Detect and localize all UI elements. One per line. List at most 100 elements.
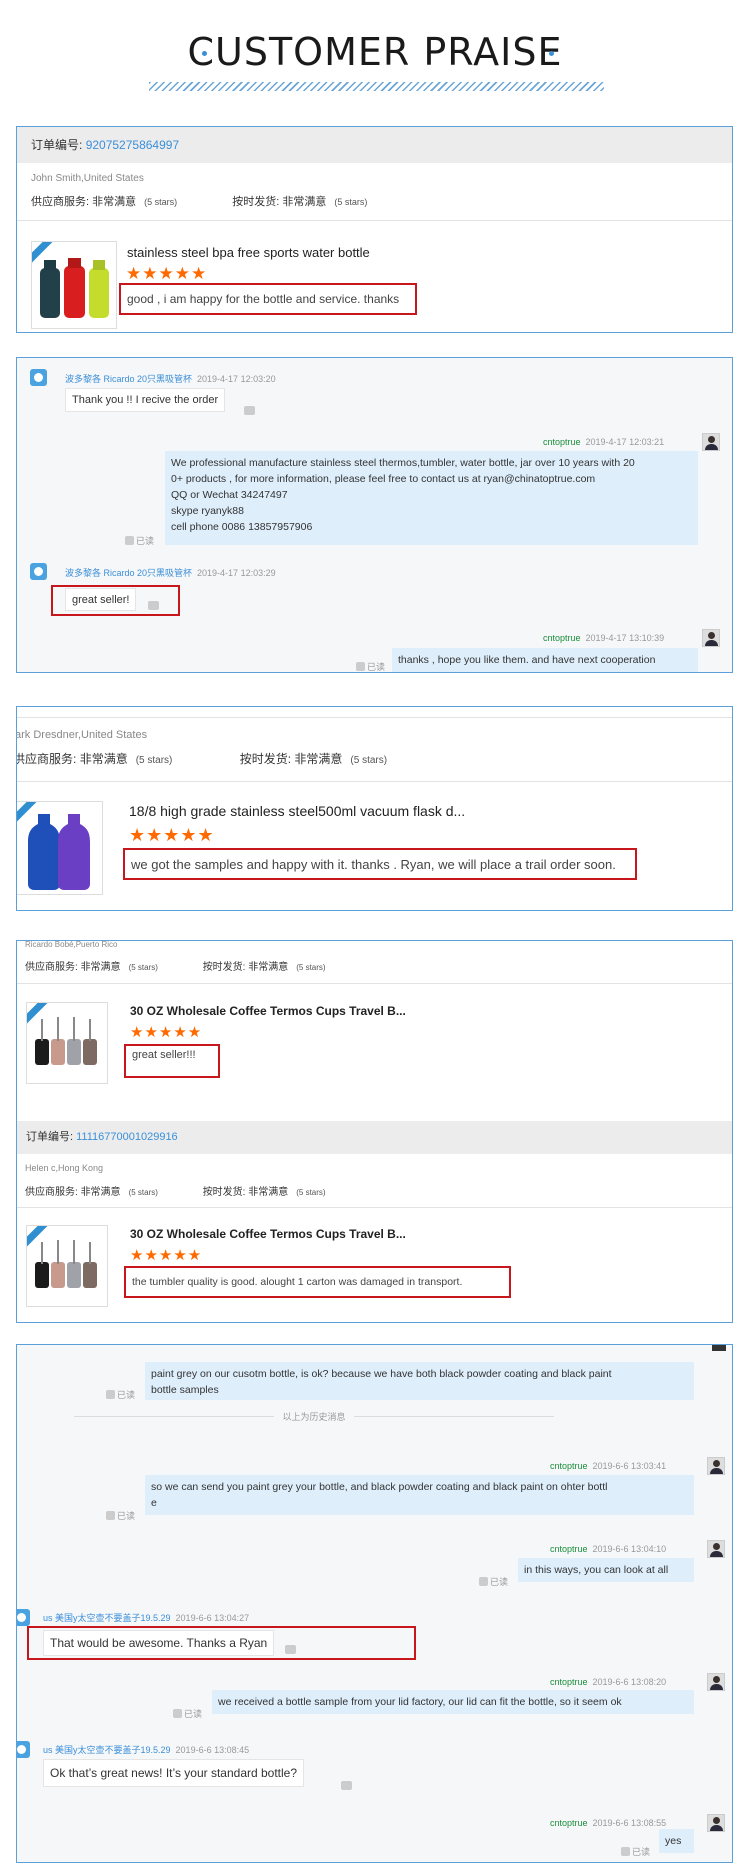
- buyer-name: Helen c,Hong Kong: [25, 1163, 104, 1173]
- service-stars: (5 stars): [128, 1188, 158, 1197]
- delivery-rating: 非常满意: [294, 752, 343, 766]
- product-thumbnail[interactable]: [26, 1225, 108, 1307]
- seller-avatar: [702, 629, 720, 647]
- seller-avatar: [702, 433, 720, 451]
- read-receipt: 已读: [356, 660, 385, 672]
- service-label: 供应商服务:: [25, 1187, 78, 1198]
- delivery-stars: (5 stars): [296, 1188, 326, 1197]
- read-receipt: 已读: [173, 1707, 202, 1720]
- seller-message: so we can send you paint grey your bottl…: [145, 1475, 694, 1515]
- service-stars: (5 stars): [144, 197, 178, 207]
- star-rating: ★★★★★: [130, 1024, 203, 1041]
- order-header: 订单编号: 11116770001029916: [17, 1121, 732, 1154]
- star-rating: ★★★★★: [129, 825, 215, 845]
- review-card-3: Ricardo Bobé,Puerto Rico 供应商服务: 非常满意 (5 s…: [16, 940, 733, 1323]
- read-icon: [621, 1847, 630, 1856]
- page-title: CUSTOMER PRAISE: [187, 30, 563, 74]
- product-thumbnail[interactable]: [26, 1002, 108, 1084]
- divider: [17, 983, 732, 984]
- review-card-2: ark Dresdner,United States 供应商服务: 非常满意 (5…: [16, 706, 733, 911]
- order-number-label: 订单编号:: [26, 1131, 74, 1143]
- read-icon: [106, 1390, 115, 1399]
- delivery-label: 按时发货:: [232, 196, 280, 208]
- order-number-link[interactable]: 11116770001029916: [76, 1131, 178, 1143]
- service-rating: 非常满意: [80, 962, 121, 973]
- service-rating: 非常满意: [92, 196, 137, 208]
- product-title[interactable]: 18/8 high grade stainless steel500ml vac…: [129, 803, 465, 819]
- seller-ratings: 供应商服务: 非常满意 (5 stars) 按时发货: 非常满意 (5 stars): [25, 958, 326, 973]
- message-action-icon[interactable]: [148, 601, 159, 610]
- review-comment-highlight: great seller!!!: [124, 1044, 220, 1078]
- buyer-avatar: [17, 1609, 30, 1626]
- service-label: 供应商服务:: [16, 752, 77, 766]
- review-comment-highlight: we got the samples and happy with it. th…: [123, 848, 637, 880]
- scroll-handle[interactable]: [712, 1345, 726, 1351]
- product-thumbnail[interactable]: [31, 241, 117, 329]
- message-action-icon[interactable]: [244, 406, 255, 415]
- delivery-label: 按时发货:: [202, 1187, 246, 1198]
- buyer-avatar: [30, 369, 47, 386]
- seller-message: thanks , hope you like them. and have ne…: [392, 648, 698, 672]
- delivery-stars: (5 stars): [350, 755, 388, 766]
- seller-avatar: [707, 1673, 725, 1691]
- star-rating: ★★★★★: [130, 1247, 203, 1264]
- product-title[interactable]: stainless steel bpa free sports water bo…: [127, 245, 370, 260]
- read-icon: [106, 1511, 115, 1520]
- seller-avatar: [707, 1814, 725, 1832]
- service-stars: (5 stars): [128, 963, 158, 972]
- service-label: 供应商服务:: [25, 962, 78, 973]
- seller-message: paint grey on our cusotm bottle, is ok? …: [145, 1362, 694, 1400]
- divider: [17, 1207, 732, 1208]
- seller-ratings: 供应商服务: 非常满意 (5 stars) 按时发货: 非常满意 (5 stars): [31, 193, 367, 209]
- message-header: cntoptrue 2019-6-6 13:08:55: [550, 1818, 667, 1828]
- review-comment-highlight: good , i am happy for the bottle and ser…: [119, 283, 417, 315]
- seller-avatar: [707, 1457, 725, 1475]
- service-stars: (5 stars): [135, 755, 173, 766]
- buyer-message: great seller!: [65, 588, 137, 611]
- buyer-name: John Smith,United States: [31, 173, 144, 184]
- seller-message: yes: [659, 1829, 694, 1853]
- seller-message: We professional manufacture stainless st…: [165, 451, 698, 545]
- review-card-1: 订单编号: 92075275864997 John Smith,United S…: [16, 126, 733, 333]
- buyer-name: Ricardo Bobé,Puerto Rico: [25, 940, 118, 949]
- chat-window-2: paint grey on our cusotm bottle, is ok? …: [16, 1344, 733, 1863]
- buyer-message: Thank you !! I recive the order: [65, 388, 226, 412]
- chat-window-1: 波多黎各 Ricardo 20只黑吸管杯 2019-4-17 12:03:20 T…: [16, 357, 733, 673]
- order-number-label: 订单编号:: [31, 138, 83, 152]
- read-receipt: 已读: [106, 1388, 135, 1401]
- order-number-link[interactable]: 92075275864997: [86, 138, 179, 152]
- delivery-rating: 非常满意: [282, 196, 327, 208]
- message-header: cntoptrue 2019-6-6 13:04:10: [550, 1544, 667, 1554]
- seller-ratings: 供应商服务: 非常满意 (5 stars) 按时发货: 非常满意 (5 stars): [25, 1183, 326, 1198]
- buyer-name: ark Dresdner,United States: [16, 729, 148, 741]
- review-comment-highlight: the tumbler quality is good. alought 1 c…: [124, 1266, 511, 1298]
- message-header: 波多黎各 Ricardo 20只黑吸管杯 2019-4-17 12:03:20: [65, 374, 276, 384]
- product-title[interactable]: 30 OZ Wholesale Coffee Termos Cups Trave…: [130, 1004, 406, 1018]
- read-icon: [173, 1709, 182, 1718]
- delivery-stars: (5 stars): [296, 963, 326, 972]
- delivery-stars: (5 stars): [334, 197, 368, 207]
- seller-message: we received a bottle sample from your li…: [212, 1690, 694, 1714]
- delivery-rating: 非常满意: [248, 1187, 289, 1198]
- buyer-avatar: [30, 563, 47, 580]
- message-action-icon[interactable]: [285, 1645, 296, 1654]
- buyer-avatar: [17, 1741, 30, 1758]
- seller-avatar: [707, 1540, 725, 1558]
- star-rating: ★★★★★: [126, 264, 208, 283]
- title-underline-stripes: [149, 82, 604, 91]
- delivery-label: 按时发货:: [239, 752, 292, 766]
- history-divider: 以上为历史消息: [74, 1410, 554, 1423]
- order-header: 订单编号: 92075275864997: [17, 127, 732, 163]
- read-receipt: 已读: [125, 534, 154, 547]
- service-rating: 非常满意: [80, 1187, 121, 1198]
- seller-message: in this ways, you can look at all: [518, 1558, 694, 1582]
- service-rating: 非常满意: [79, 752, 128, 766]
- product-title[interactable]: 30 OZ Wholesale Coffee Termos Cups Trave…: [130, 1227, 406, 1241]
- read-receipt: 已读: [479, 1575, 508, 1588]
- read-receipt: 已读: [621, 1845, 650, 1858]
- divider: [17, 220, 732, 221]
- message-header: 波多黎各 Ricardo 20只黑吸管杯 2019-4-17 12:03:29: [65, 568, 276, 578]
- read-icon: [479, 1577, 488, 1586]
- message-action-icon[interactable]: [341, 1781, 352, 1790]
- product-thumbnail[interactable]: [17, 801, 103, 895]
